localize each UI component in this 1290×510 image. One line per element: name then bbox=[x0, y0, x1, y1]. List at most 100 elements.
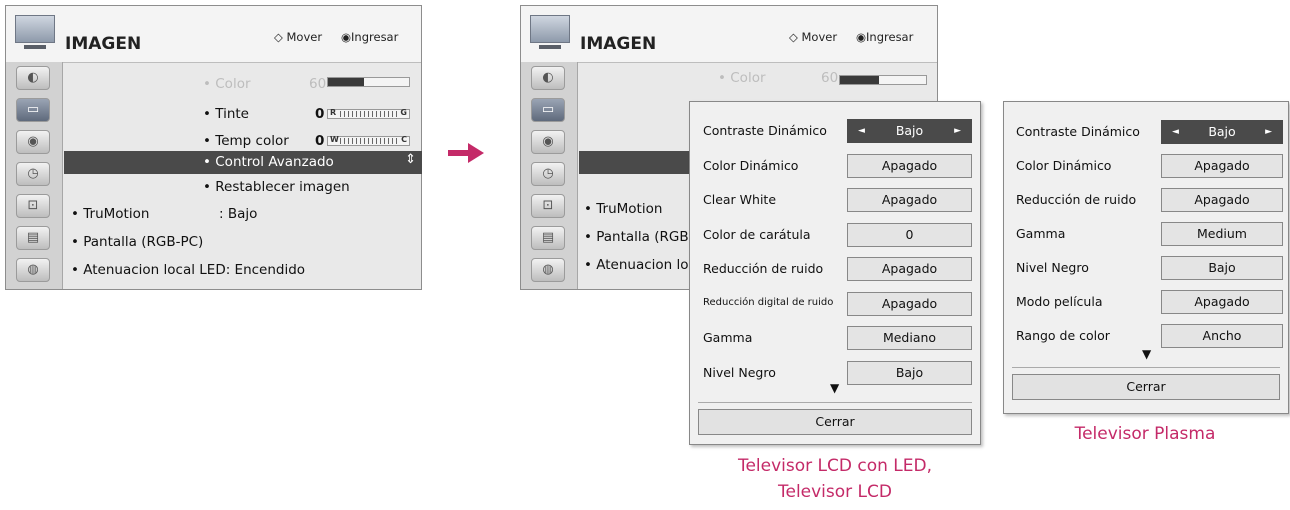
popup-row-value[interactable]: Ancho bbox=[1161, 324, 1283, 348]
screen-rgb-pc-item[interactable]: • Pantalla (RGB-PC) bbox=[71, 234, 203, 250]
popup-row-value[interactable]: Apagado bbox=[847, 153, 972, 178]
popup-row-value[interactable]: Mediano bbox=[847, 326, 972, 350]
popup-row-value[interactable]: Apagado bbox=[1161, 154, 1283, 178]
reset-picture-item[interactable]: • Restablecer imagen bbox=[203, 179, 350, 195]
arrow-right-icon[interactable]: ► bbox=[1265, 121, 1272, 143]
picture-tv-icon[interactable]: ▭ bbox=[16, 98, 50, 122]
enter-hint: ◉Ingresar bbox=[856, 30, 914, 44]
popup-row-value[interactable]: Apagado bbox=[1161, 290, 1283, 314]
tint-bar-ticks bbox=[340, 111, 397, 117]
clock-icon[interactable]: ◷ bbox=[16, 162, 50, 186]
globe-icon[interactable]: ◍ bbox=[16, 258, 50, 282]
more-down-arrow-icon[interactable]: ▼ bbox=[830, 381, 839, 395]
screen-rgb-pc-item[interactable]: • Pantalla (RGB- bbox=[584, 229, 694, 245]
temp-bar-ticks bbox=[340, 138, 397, 144]
menu-title: IMAGEN bbox=[65, 34, 142, 54]
popup-divider bbox=[698, 402, 972, 403]
popup-row-value[interactable]: ◄ Bajo ► bbox=[1161, 120, 1283, 144]
popup-row-label: Color Dinámico bbox=[1016, 158, 1112, 173]
trumotion-item[interactable]: • TruMotion bbox=[584, 201, 662, 217]
tint-label[interactable]: • Tinte bbox=[203, 106, 249, 122]
popup-row-value[interactable]: Apagado bbox=[847, 188, 972, 212]
popup-row[interactable]: Reducción de ruido Apagado bbox=[1004, 186, 1288, 220]
led-local-dimming-item[interactable]: • Atenuacion loc bbox=[584, 257, 696, 273]
advanced-control-item[interactable] bbox=[579, 151, 699, 174]
options-icon[interactable]: ▤ bbox=[16, 226, 50, 250]
tv-icon bbox=[530, 15, 570, 49]
color-level-bar[interactable] bbox=[327, 77, 410, 87]
close-button[interactable]: Cerrar bbox=[698, 409, 972, 435]
temp-bar-w: W bbox=[330, 135, 339, 144]
popup-row[interactable]: Clear White Apagado bbox=[690, 186, 980, 221]
color-value: 60 bbox=[821, 70, 839, 86]
caption-plasma: Televisor Plasma bbox=[1074, 424, 1216, 444]
menu-header: IMAGEN ◇ Mover ◉Ingresar bbox=[521, 6, 937, 63]
category-sidebar: ◐ ▭ ◉ ◷ ⊡ ▤ ◍ bbox=[6, 62, 63, 289]
popup-row-value[interactable]: Medium bbox=[1161, 222, 1283, 246]
options-icon[interactable]: ▤ bbox=[531, 226, 565, 250]
color-level-fill bbox=[328, 78, 365, 86]
popup-row-label: Color de carátula bbox=[703, 226, 811, 242]
lock-icon[interactable]: ⊡ bbox=[16, 194, 50, 218]
temp-bar[interactable]: W C bbox=[327, 135, 410, 146]
arrow-left-icon[interactable]: ◄ bbox=[1172, 121, 1179, 143]
popup-row[interactable]: Color Dinámico Apagado bbox=[690, 152, 980, 187]
color-label[interactable]: • Color bbox=[718, 70, 766, 86]
temp-label[interactable]: • Temp color bbox=[203, 133, 289, 149]
popup-row[interactable]: Gamma Mediano bbox=[690, 324, 980, 359]
enter-arrow-icon: ⇕ bbox=[405, 152, 416, 167]
popup-row[interactable]: Color Dinámico Apagado bbox=[1004, 152, 1288, 186]
color-level-fill bbox=[840, 76, 879, 84]
advanced-control-item[interactable]: • Control Avanzado ⇕ bbox=[64, 151, 422, 174]
lock-icon[interactable]: ⊡ bbox=[531, 194, 565, 218]
popup-row-value[interactable]: ◄ Bajo ► bbox=[847, 119, 972, 143]
advanced-control-label: • Control Avanzado bbox=[203, 154, 334, 170]
arrow-right-icon[interactable]: ► bbox=[954, 120, 961, 142]
popup-row[interactable]: Contraste Dinámico ◄ Bajo ► bbox=[1004, 118, 1288, 152]
popup-row-value-text: Bajo bbox=[895, 123, 924, 138]
popup-row-label: Gamma bbox=[703, 330, 753, 345]
popup-row[interactable]: Reducción digital de ruido Apagado bbox=[690, 290, 980, 325]
color-level-bar[interactable] bbox=[839, 75, 927, 85]
led-local-dimming-item[interactable]: • Atenuacion local LED: Encendido bbox=[71, 262, 305, 278]
popup-row[interactable]: Gamma Medium bbox=[1004, 220, 1288, 254]
popup-row-label: Reducción de ruido bbox=[1016, 192, 1137, 207]
color-label[interactable]: • Color bbox=[203, 76, 251, 92]
globe-icon[interactable]: ◍ bbox=[531, 258, 565, 282]
popup-row-value[interactable]: 0 bbox=[847, 222, 972, 247]
temp-bar-c: C bbox=[401, 135, 407, 144]
popup-row-label: Color Dinámico bbox=[703, 157, 799, 173]
more-down-arrow-icon[interactable]: ▼ bbox=[1142, 347, 1151, 361]
satellite-dish-icon[interactable]: ◐ bbox=[16, 66, 50, 90]
popup-row[interactable]: Color de carátula 0 bbox=[690, 221, 980, 256]
popup-row-value[interactable]: Bajo bbox=[847, 360, 972, 385]
trumotion-item[interactable]: • TruMotion bbox=[71, 206, 149, 222]
popup-row-label: Nivel Negro bbox=[1016, 260, 1089, 275]
speaker-icon[interactable]: ◉ bbox=[16, 130, 50, 154]
satellite-dish-icon[interactable]: ◐ bbox=[531, 66, 565, 90]
tint-value: 0 bbox=[315, 106, 325, 122]
caption-lcd-line2: Televisor LCD bbox=[777, 482, 892, 502]
popup-row-value[interactable]: Apagado bbox=[1161, 188, 1283, 212]
color-value: 60 bbox=[309, 76, 327, 92]
popup-row[interactable]: Reducción de ruido Apagado bbox=[690, 255, 980, 290]
close-button[interactable]: Cerrar bbox=[1012, 374, 1280, 400]
menu-header: IMAGEN ◇ Mover ◉Ingresar bbox=[6, 6, 421, 63]
popup-row-label: Reducción de ruido bbox=[703, 261, 824, 276]
picture-menu-left: IMAGEN ◇ Mover ◉Ingresar ◐ ▭ ◉ ◷ ⊡ ▤ ◍ •… bbox=[5, 5, 422, 290]
trumotion-value: : Bajo bbox=[219, 206, 258, 222]
popup-row-value[interactable]: Bajo bbox=[1161, 256, 1283, 280]
popup-row[interactable]: Nivel Negro Bajo bbox=[1004, 254, 1288, 288]
clock-icon[interactable]: ◷ bbox=[531, 162, 565, 186]
arrow-left-icon[interactable]: ◄ bbox=[858, 120, 865, 142]
picture-tv-icon[interactable]: ▭ bbox=[531, 98, 565, 122]
popup-row[interactable]: Contraste Dinámico ◄ Bajo ► bbox=[690, 117, 980, 152]
menu-title: IMAGEN bbox=[580, 34, 657, 54]
popup-row-value[interactable]: Apagado bbox=[847, 257, 972, 281]
speaker-icon[interactable]: ◉ bbox=[531, 130, 565, 154]
tint-bar[interactable]: R G bbox=[327, 108, 410, 119]
caption-lcd-line1: Televisor LCD con LED, bbox=[737, 456, 933, 476]
popup-row[interactable]: Modo película Apagado bbox=[1004, 288, 1288, 322]
popup-row-value[interactable]: Apagado bbox=[847, 291, 972, 316]
arrow-right-icon bbox=[448, 143, 484, 163]
